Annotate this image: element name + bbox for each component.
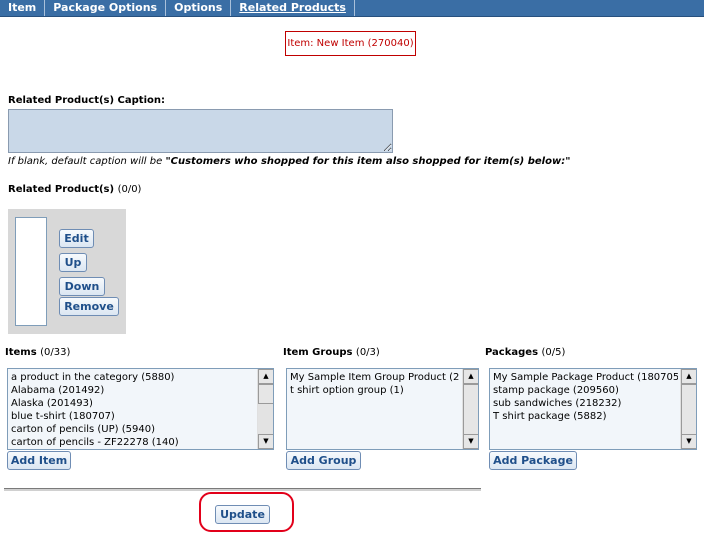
list-item[interactable]: stamp package (209560) — [493, 384, 678, 397]
scroll-down-arrow-icon[interactable]: ▼ — [463, 434, 478, 449]
remove-button[interactable]: Remove — [59, 297, 119, 316]
list-item[interactable]: My Sample Item Group Product (2) — [290, 371, 460, 384]
caption-label: Related Product(s) Caption: — [8, 95, 165, 106]
related-products-label: Related Product(s) (0/0) — [8, 184, 141, 195]
packages-listbox[interactable]: My Sample Package Product (180705) stamp… — [489, 368, 697, 450]
related-products-list[interactable] — [15, 217, 47, 326]
add-item-button[interactable]: Add Item — [7, 451, 71, 470]
items-label: Items (0/33) — [5, 347, 70, 358]
caption-hint-default: "Customers who shopped for this item als… — [165, 156, 571, 167]
list-item[interactable]: T shirt package (5882) — [493, 410, 678, 423]
add-group-button[interactable]: Add Group — [286, 451, 361, 470]
packages-scrollbar[interactable]: ▲ ▼ — [680, 369, 696, 449]
list-item[interactable]: carton of pencils - ZF22278 (140) — [11, 436, 255, 449]
tab-item[interactable]: Item — [0, 0, 46, 16]
scroll-track[interactable] — [258, 404, 273, 436]
up-button[interactable]: Up — [59, 253, 87, 272]
list-item[interactable]: blue t-shirt (180707) — [11, 410, 255, 423]
list-item[interactable]: My Sample Package Product (180705) — [493, 371, 678, 384]
packages-count: (0/5) — [541, 347, 566, 358]
caption-hint-prefix: If blank, default caption will be — [8, 156, 166, 167]
tab-options[interactable]: Options — [166, 0, 232, 16]
items-rows: a product in the category (5880) Alabama… — [11, 371, 255, 449]
item-groups-count: (0/3) — [355, 347, 380, 358]
down-button[interactable]: Down — [59, 277, 105, 296]
items-listbox[interactable]: a product in the category (5880) Alabama… — [7, 368, 274, 450]
scroll-thumb[interactable] — [463, 384, 478, 436]
scroll-up-arrow-icon[interactable]: ▲ — [463, 369, 478, 384]
scroll-down-arrow-icon[interactable]: ▼ — [258, 434, 273, 449]
item-badge: Item: New Item (270040) — [285, 31, 416, 56]
tab-related-products[interactable]: Related Products — [231, 0, 355, 16]
items-title: Items — [5, 347, 37, 358]
item-groups-rows: My Sample Item Group Product (2) t shirt… — [290, 371, 460, 397]
related-products-count: (0/0) — [117, 184, 142, 195]
packages-label: Packages (0/5) — [485, 347, 565, 358]
list-item[interactable]: t shirt option group (1) — [290, 384, 460, 397]
caption-hint: If blank, default caption will be "Custo… — [8, 156, 570, 167]
scroll-down-arrow-icon[interactable]: ▼ — [681, 434, 696, 449]
list-item[interactable]: Alaska (201493) — [11, 397, 255, 410]
items-scrollbar[interactable]: ▲ ▼ — [257, 369, 273, 449]
items-count: (0/33) — [40, 347, 71, 358]
item-groups-label: Item Groups (0/3) — [283, 347, 380, 358]
list-item[interactable]: Alabama (201492) — [11, 384, 255, 397]
scroll-up-arrow-icon[interactable]: ▲ — [258, 369, 273, 384]
scroll-thumb[interactable] — [258, 384, 273, 404]
packages-title: Packages — [485, 347, 539, 358]
packages-rows: My Sample Package Product (180705) stamp… — [493, 371, 678, 423]
edit-button[interactable]: Edit — [59, 229, 94, 248]
add-package-button[interactable]: Add Package — [489, 451, 577, 470]
tab-bar: Item Package Options Options Related Pro… — [0, 0, 704, 17]
item-groups-scrollbar[interactable]: ▲ ▼ — [462, 369, 478, 449]
divider — [4, 488, 481, 491]
scroll-up-arrow-icon[interactable]: ▲ — [681, 369, 696, 384]
tab-package-options[interactable]: Package Options — [45, 0, 167, 16]
list-item[interactable]: sub sandwiches (218232) — [493, 397, 678, 410]
item-groups-title: Item Groups — [283, 347, 353, 358]
caption-input[interactable] — [8, 109, 393, 153]
list-item[interactable]: a product in the category (5880) — [11, 371, 255, 384]
related-products-title: Related Product(s) — [8, 184, 115, 195]
list-item[interactable]: carton of pencils (UP) (5940) — [11, 423, 255, 436]
update-button[interactable]: Update — [215, 505, 270, 524]
scroll-thumb[interactable] — [681, 384, 696, 436]
item-groups-listbox[interactable]: My Sample Item Group Product (2) t shirt… — [286, 368, 479, 450]
